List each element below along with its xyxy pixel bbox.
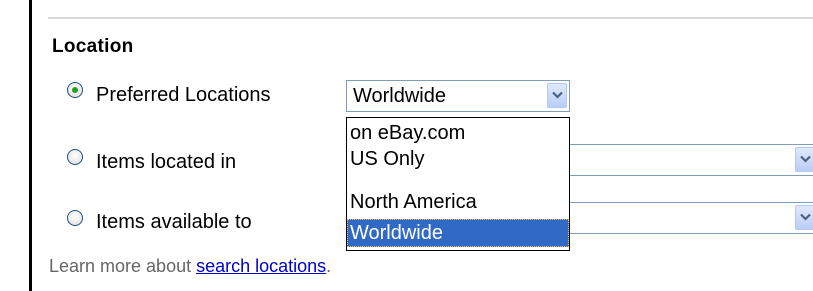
- items-located-in-label[interactable]: Items located in: [96, 151, 236, 174]
- dropdown-option-worldwide[interactable]: Worldwide: [347, 219, 569, 247]
- items-available-to-radio[interactable]: [67, 210, 83, 226]
- items-located-in-radio[interactable]: [67, 149, 83, 165]
- dropdown-option-north-america[interactable]: North America: [347, 189, 569, 215]
- panel-left-border: [29, 0, 32, 291]
- items-available-to-select[interactable]: [560, 202, 813, 234]
- preferred-locations-label[interactable]: Preferred Locations: [96, 84, 271, 107]
- location-panel: Location Preferred Locations Worldwide I…: [0, 0, 813, 291]
- preferred-locations-select-value: Worldwide: [353, 85, 446, 107]
- learn-more-suffix: .: [326, 256, 332, 276]
- learn-more-text: Learn more about search locations.: [49, 256, 331, 277]
- chevron-down-icon[interactable]: [795, 205, 813, 230]
- preferred-locations-select[interactable]: Worldwide: [346, 80, 570, 112]
- chevron-down-icon[interactable]: [547, 83, 567, 108]
- items-located-in-select[interactable]: [560, 144, 813, 176]
- section-divider: [48, 17, 813, 19]
- chevron-down-icon[interactable]: [795, 147, 813, 172]
- dropdown-option-us-only[interactable]: US Only: [347, 146, 569, 172]
- items-available-to-label[interactable]: Items available to: [96, 211, 252, 234]
- radio-selected-dot: [72, 87, 78, 93]
- learn-more-prefix: Learn more about: [49, 256, 197, 276]
- dropdown-option-on-ebay[interactable]: on eBay.com: [347, 120, 569, 146]
- preferred-locations-radio[interactable]: [67, 82, 83, 98]
- preferred-locations-dropdown-list: on eBay.com US Only North America Worldw…: [346, 117, 570, 251]
- section-title: Location: [52, 36, 134, 57]
- search-locations-link[interactable]: search locations: [196, 256, 326, 276]
